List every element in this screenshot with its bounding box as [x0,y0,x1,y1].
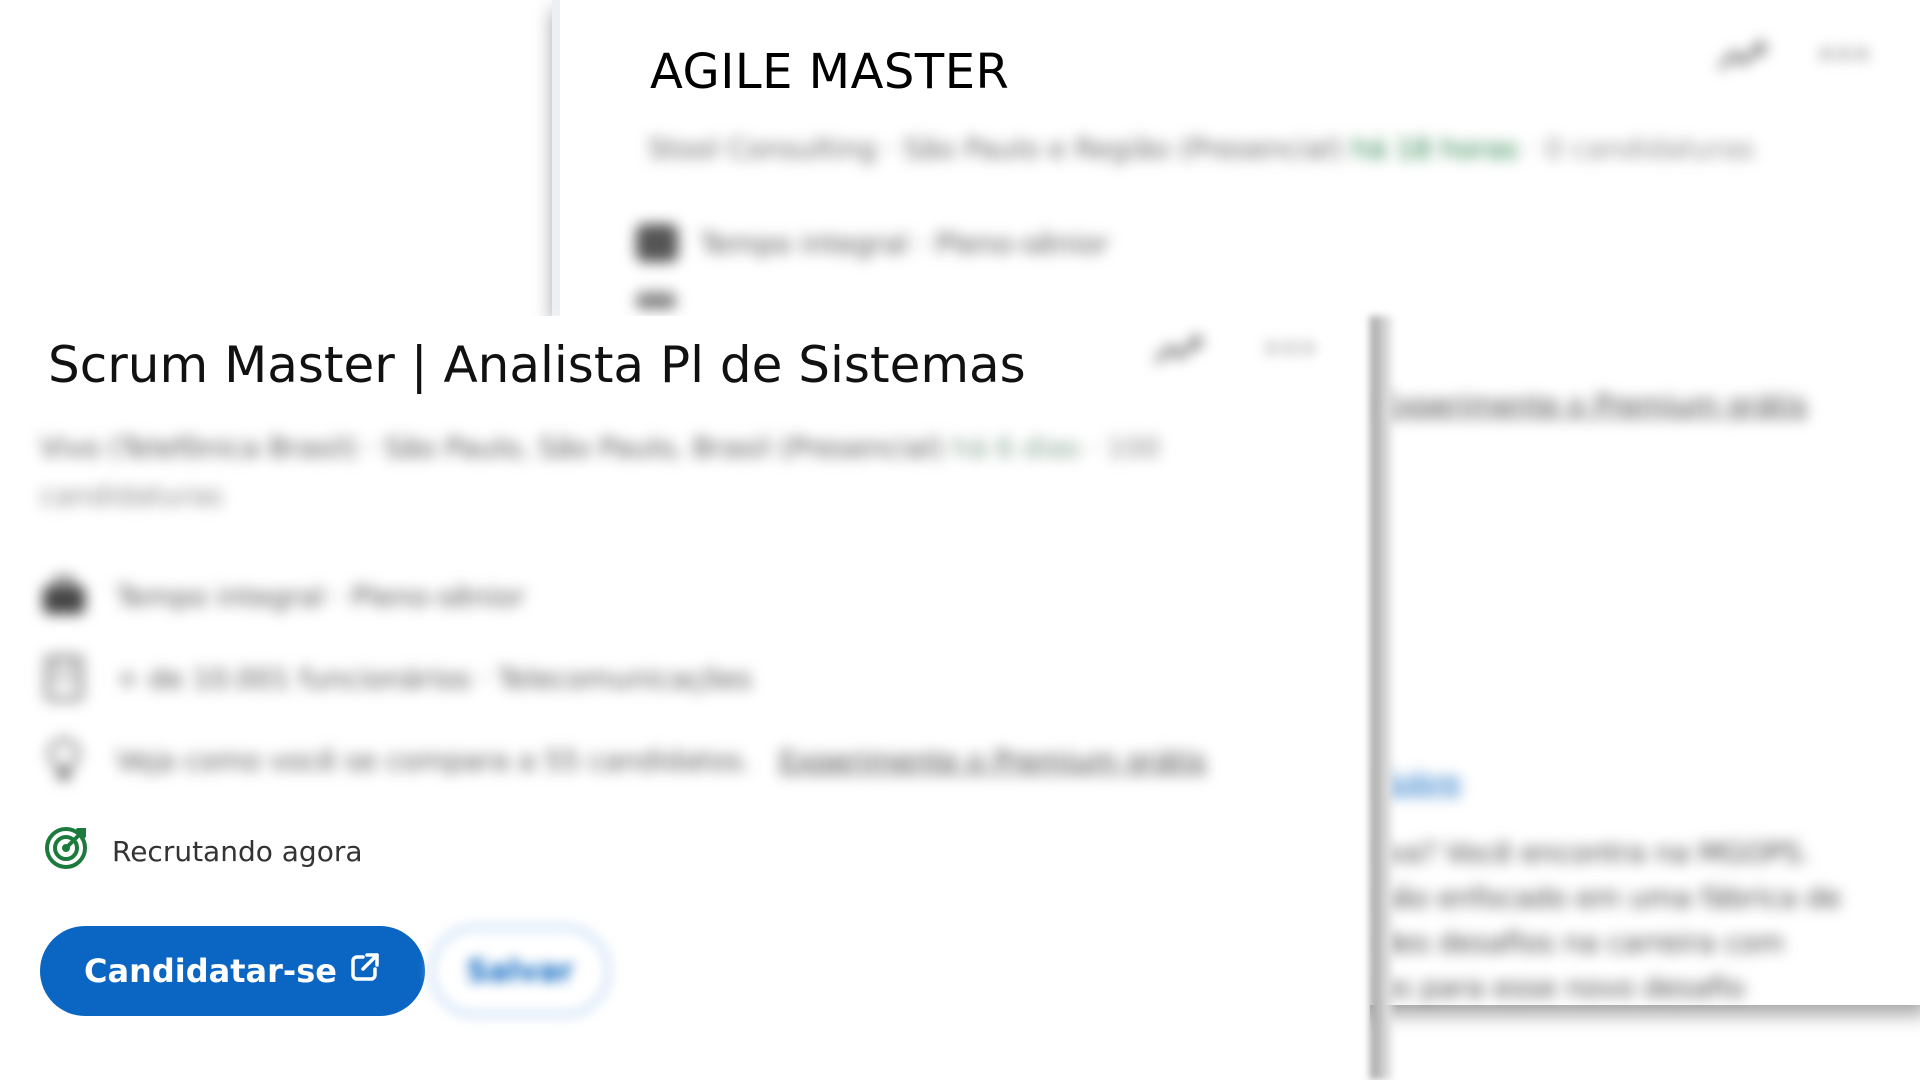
more-icon[interactable] [1266,342,1314,354]
briefcase-icon [636,224,678,262]
apply-button[interactable]: Candidatar-se [40,926,425,1016]
lightbulb-icon [40,736,88,784]
compare-text: Veja como você se compara a 55 candidato… [116,743,752,777]
employment-row: Tempo integral · Pleno-sênior [40,572,525,620]
apply-button-label: Candidatar-se [84,952,337,990]
background-job-actions [1714,36,1868,72]
external-link-icon [349,951,381,991]
share-icon[interactable] [1714,36,1770,72]
background-posted-time: há 18 horas [1351,132,1519,165]
hiring-status-text: Recrutando agora [112,835,363,868]
description-line: iva? Você encontra na MGOPS. [1380,836,1810,869]
job-location: São Paulo, São Paulo, Brasil (Presencial… [384,431,944,464]
background-description: iva? Você encontra na MGOPS. são enfocad… [1380,830,1900,1010]
premium-link[interactable]: Experimente o Premium grátis [779,744,1206,777]
job-subtitle: Vivo (Telefônica Brasil) · São Paulo, Sã… [40,431,1161,512]
compare-row: Veja como você se compara a 55 candidato… [40,736,1206,784]
company-size-text: + de 10.001 funcionários · Telecomunicaç… [116,661,752,695]
company-name[interactable]: Vivo (Telefônica Brasil) [40,431,357,464]
background-section-heading: Sobre [1380,766,1461,799]
hiring-status-row: Recrutando agora [40,818,373,885]
building-icon [636,292,676,310]
background-job-subtitle: Stool Consulting · São Paulo e Região (P… [648,132,1755,165]
description-line: des desafios na carreira com [1380,926,1785,959]
job-actions [1150,330,1314,366]
company-size-row: + de 10.001 funcionários · Telecomunicaç… [40,654,752,702]
save-button-label: Salvar [466,953,574,989]
background-location: São Paulo e Região (Presencial) [903,132,1343,165]
more-icon[interactable] [1820,48,1868,60]
background-job-title: AGILE MASTER [640,40,1020,108]
background-employment-text: Tempo integral · Pleno-sênior [700,226,1109,260]
background-company-name[interactable]: Stool Consulting [648,132,877,165]
background-applicants: 0 candidaturas [1544,132,1755,165]
background-premium-link[interactable]: Experimente o Premium grátis [1380,388,1807,421]
employment-text: Tempo integral · Pleno-sênior [116,579,525,613]
description-line: es para esse novo desafio [1380,971,1745,1004]
card-shadow-divider [1370,316,1392,1080]
foreground-job-card: Scrum Master | Analista Pl de Sistemas V… [0,316,1370,1080]
building-icon [40,654,88,702]
share-icon[interactable] [1150,330,1206,366]
job-title: Scrum Master | Analista Pl de Sistemas [40,332,1034,398]
briefcase-icon [40,572,88,620]
posted-time: há 6 dias [952,431,1081,464]
save-button[interactable]: Salvar [430,926,610,1016]
background-employment-row: Tempo integral · Pleno-sênior [636,224,1109,262]
target-icon [42,824,90,879]
description-line: são enfocado em uma fábrica de [1380,881,1842,914]
screen: AGILE MASTER Stool Consulting · São Paul… [0,0,1920,1080]
